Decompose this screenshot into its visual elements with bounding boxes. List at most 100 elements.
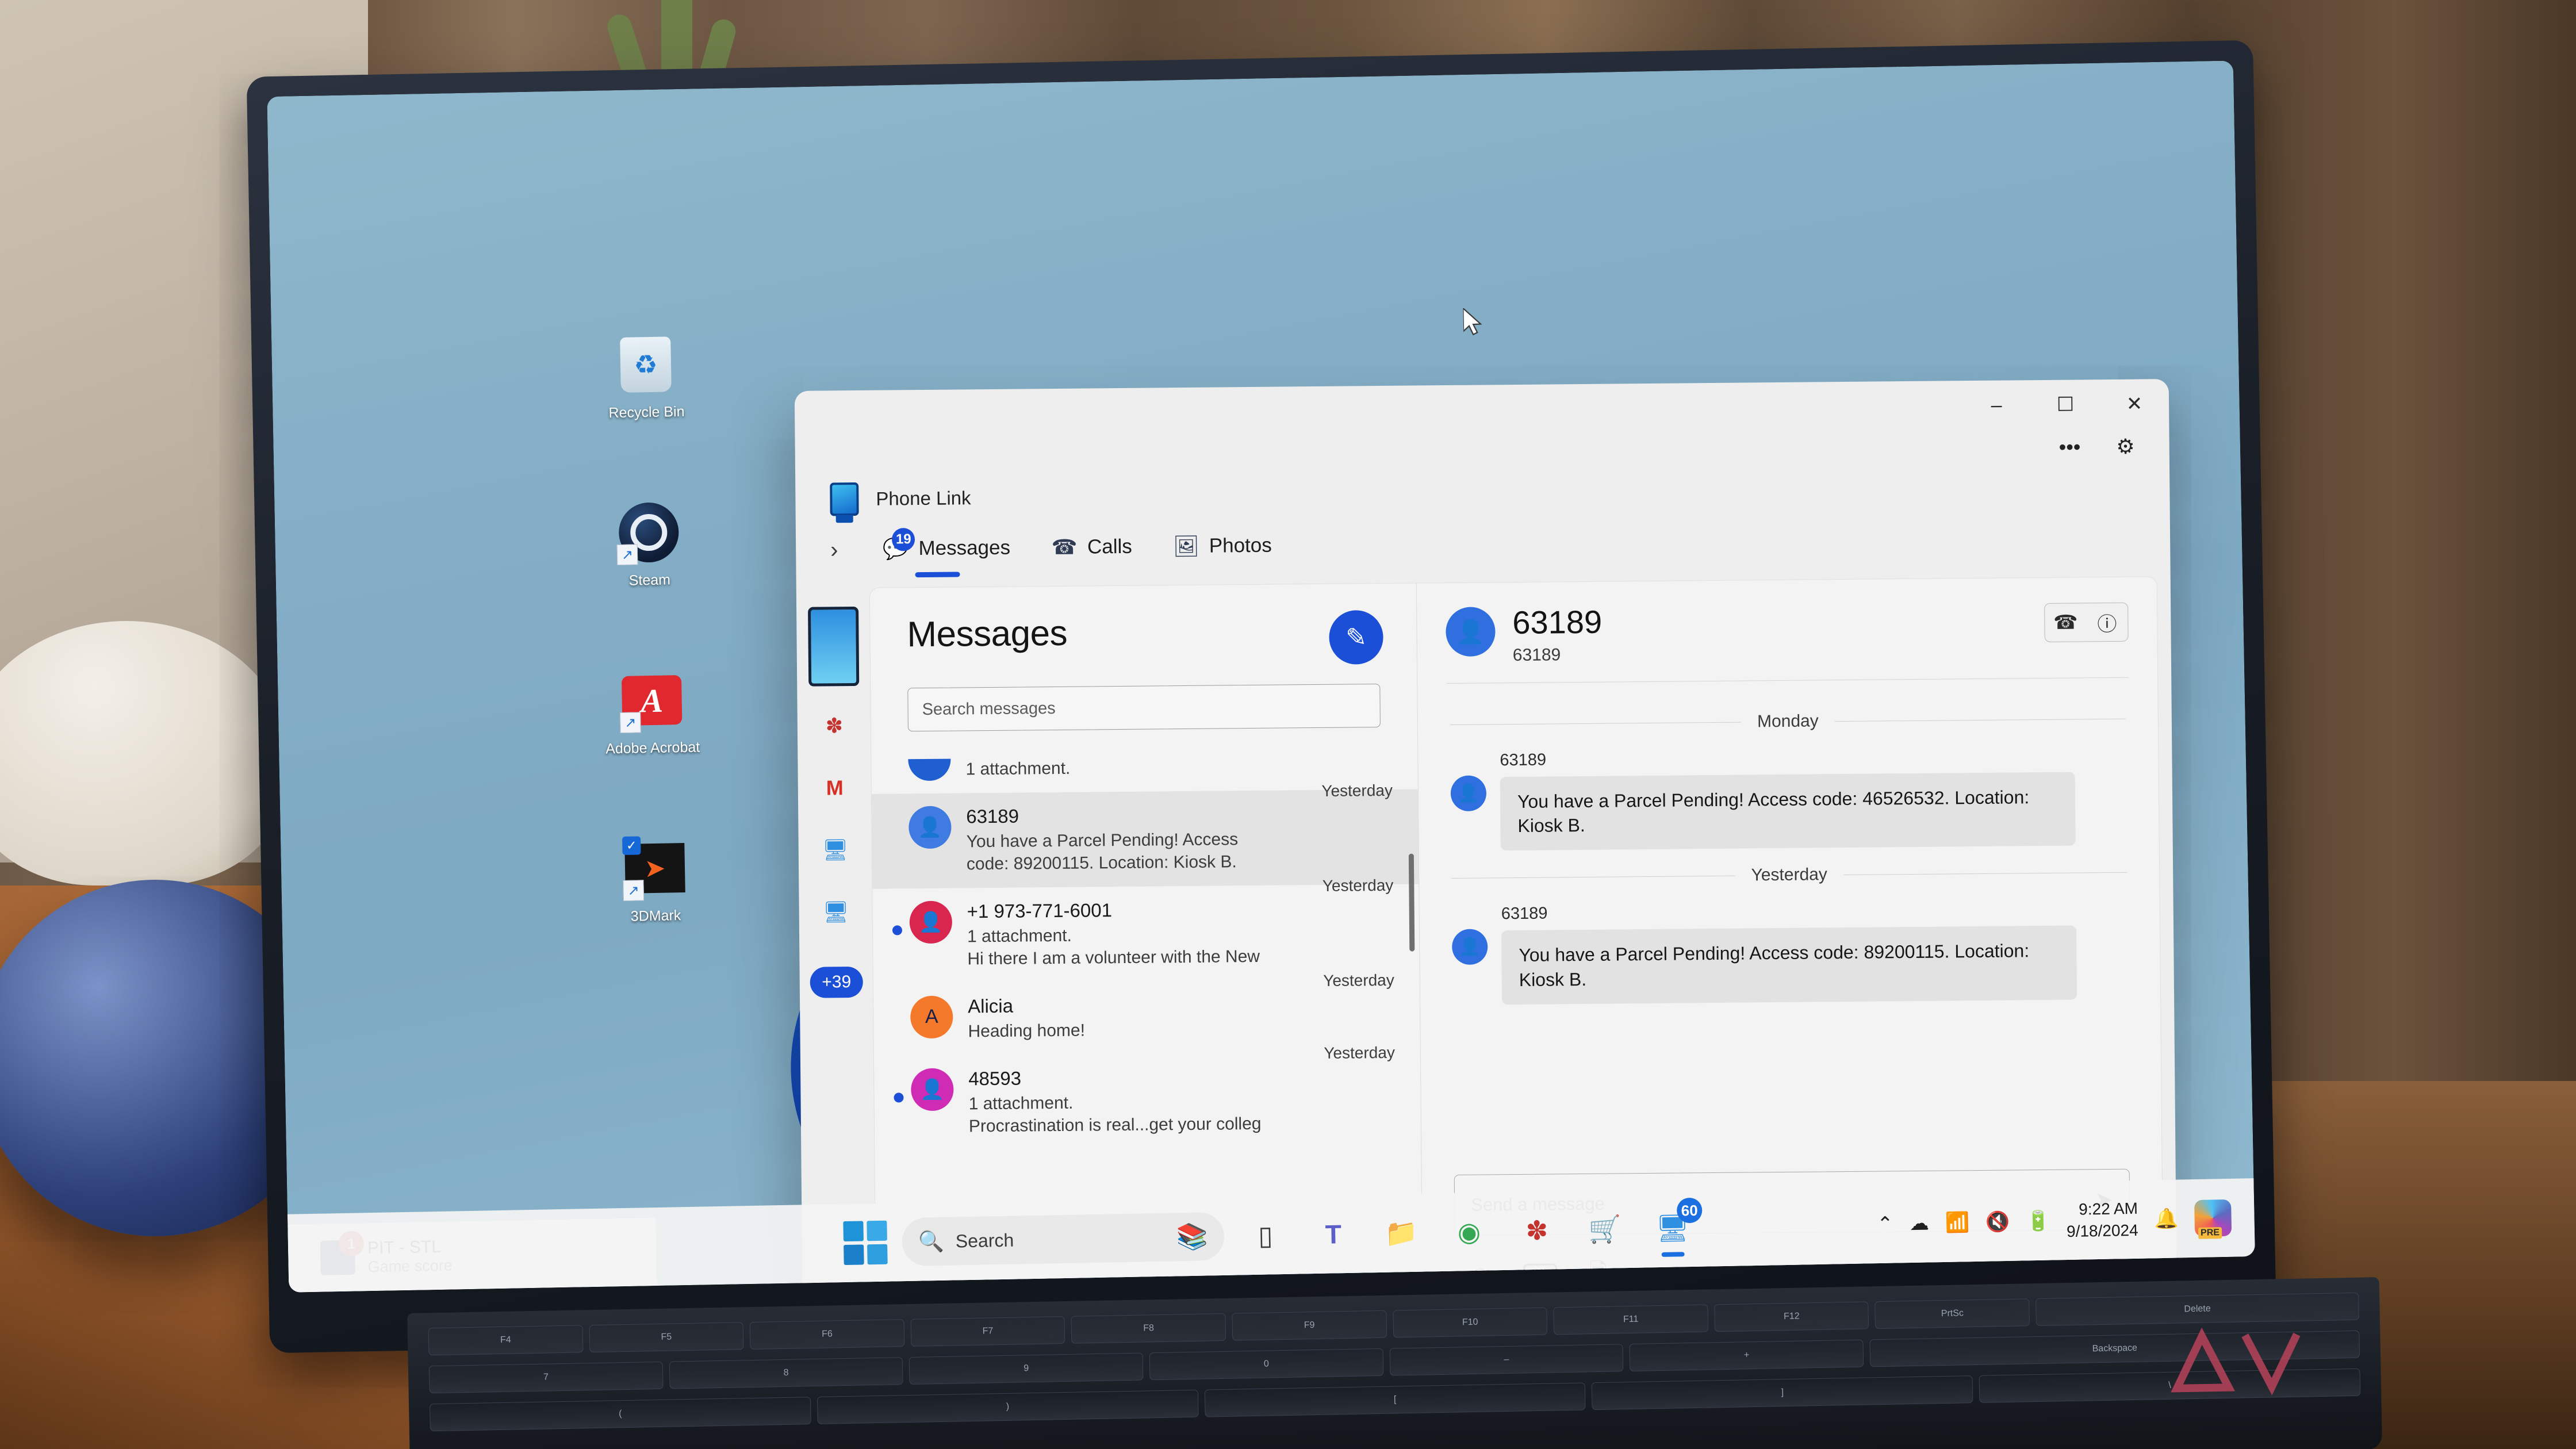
window-caption-bar: – ☐ ✕	[795, 379, 2169, 440]
key[interactable]: 7	[428, 1361, 664, 1394]
phone-link-icon[interactable]: 🖥 60	[1646, 1197, 1703, 1257]
rail-slack-icon[interactable]: ✽	[812, 703, 857, 749]
minimize-button[interactable]: –	[1962, 380, 2031, 430]
messages-icon: 💬 19	[881, 528, 915, 562]
phone-screen-thumbnail[interactable]	[808, 606, 860, 687]
rail-messaging-app-icon-2[interactable]: 🖥	[813, 890, 858, 935]
key[interactable]: +	[1629, 1339, 1864, 1372]
teams-icon[interactable]: T	[1306, 1208, 1360, 1262]
gear-icon[interactable]: ⚙	[2116, 435, 2135, 459]
page-title: Messages	[907, 613, 1068, 655]
adobe-acrobat-icon: A ↗	[618, 666, 686, 734]
microsoft-store-icon[interactable]: 🛒	[1578, 1202, 1632, 1256]
conversation-name: 48593	[968, 1067, 1022, 1090]
tab-calls[interactable]: ☎ Calls	[1051, 533, 1132, 569]
task-view-icon[interactable]: ▯	[1239, 1209, 1293, 1263]
avatar-initial: A	[925, 1006, 938, 1028]
volume-muted-icon[interactable]: 🔇	[1985, 1210, 2010, 1234]
copilot-icon[interactable]	[2194, 1199, 2232, 1237]
message-bubble[interactable]: You have a Parcel Pending! Access code: …	[1500, 772, 2076, 851]
desktop-icon-label: Recycle Bin	[608, 403, 685, 421]
key[interactable]: 9	[909, 1352, 1144, 1385]
maximize-button[interactable]: ☐	[2031, 379, 2100, 430]
thread-header: 👤 63189 63189 ☎ ⓘ	[1417, 577, 2157, 666]
clock-date: 9/18/2024	[2066, 1221, 2138, 1241]
messages-badge: 19	[892, 528, 915, 551]
wifi-icon[interactable]: 📶	[1945, 1211, 1969, 1235]
key[interactable]: (	[430, 1397, 811, 1432]
conversation-preview: You have a Parcel Pending! Access	[966, 830, 1239, 852]
key[interactable]: F10	[1392, 1307, 1548, 1338]
conversation-time: Yesterday	[1321, 781, 1393, 800]
compose-button[interactable]: ✎	[1329, 610, 1383, 665]
key[interactable]: PrtSc	[1874, 1298, 2030, 1329]
more-options-icon[interactable]: •••	[2058, 435, 2080, 459]
key[interactable]: 8	[669, 1357, 903, 1389]
call-icon[interactable]: ☎	[2045, 603, 2087, 642]
desktop-icon-3dmark[interactable]: ➤ ✓ ↗ 3DMark	[568, 833, 742, 926]
key[interactable]: F12	[1714, 1301, 1869, 1332]
contact-name: 63189	[1512, 603, 1603, 641]
chrome-icon[interactable]: ◉	[1442, 1205, 1496, 1259]
key[interactable]: F9	[1232, 1310, 1387, 1341]
screenshot-root: ♻ Recycle Bin ↗ Steam A ↗ Adobe Acrobat …	[0, 0, 2576, 1449]
rail-gmail-icon[interactable]: M	[812, 765, 857, 811]
key[interactable]: 0	[1149, 1348, 1384, 1381]
day-separator: Yesterday	[1451, 862, 2128, 888]
search-input[interactable]: 🔍 Search 📚	[902, 1212, 1225, 1267]
key[interactable]: F5	[589, 1322, 744, 1353]
close-button[interactable]: ✕	[2100, 379, 2169, 429]
slack-icon[interactable]: ✽	[1510, 1203, 1564, 1258]
chevron-up-icon[interactable]: ⌃	[1877, 1213, 1893, 1236]
phone-icon: ☎	[1051, 535, 1078, 559]
conversation-preview: 1 attachment.	[968, 1094, 1074, 1114]
scrollbar[interactable]	[1408, 853, 1415, 952]
chevron-right-icon[interactable]: ›	[830, 537, 842, 571]
key[interactable]: F11	[1553, 1304, 1708, 1335]
bell-icon[interactable]: 🔔	[2154, 1207, 2179, 1230]
rail-messaging-app-icon[interactable]: 🖥	[812, 827, 858, 873]
search-placeholder: Search	[955, 1229, 1014, 1251]
day-separator: Monday	[1450, 709, 2126, 734]
message-bubble[interactable]: You have a Parcel Pending! Access code: …	[1501, 925, 2077, 1005]
phone-link-app-icon	[830, 482, 859, 516]
clock[interactable]: 9:22 AM 9/18/2024	[2066, 1198, 2138, 1243]
start-icon[interactable]	[843, 1220, 888, 1266]
key[interactable]: F7	[910, 1316, 1065, 1347]
key[interactable]: [	[1204, 1382, 1586, 1417]
avatar: 👤	[1450, 775, 1487, 811]
list-item[interactable]: Yesterday 👤 +1 973-771-6001 1 attachment…	[872, 876, 1419, 984]
rail-more-count[interactable]: +39	[810, 966, 863, 998]
avatar: 👤	[909, 900, 953, 944]
conversation-time: Yesterday	[1324, 1044, 1395, 1063]
taskbar-center: 🔍 Search 📚 ▯ T 📁 ◉ ✽ 🛒 🖥 60	[843, 1197, 1703, 1270]
key[interactable]: F8	[1071, 1313, 1226, 1344]
day-label: Yesterday	[1751, 865, 1828, 885]
list-item[interactable]: Yesterday 👤 63189 You have a Parcel Pend…	[871, 781, 1419, 889]
desktop-icon-steam[interactable]: ↗ Steam	[562, 497, 736, 590]
avatar: 👤	[911, 1068, 954, 1111]
phone-link-window: – ☐ ✕ ••• ⚙ Phone Link › 💬 19 Messages ☎…	[794, 379, 2177, 1293]
list-item[interactable]: Yesterday 👤 48593 1 attachment. Procrast…	[874, 1044, 1421, 1151]
avatar: 👤	[1451, 929, 1488, 965]
watermark-logo	[2171, 1327, 2301, 1396]
sync-check-icon: ✓	[622, 836, 641, 855]
key[interactable]: F6	[749, 1319, 905, 1350]
key[interactable]: ]	[1592, 1375, 1973, 1410]
info-icon[interactable]: ⓘ	[2086, 603, 2128, 642]
conversation-preview: 1 attachment.	[965, 758, 1071, 779]
battery-icon[interactable]: 🔋	[2026, 1210, 2050, 1233]
conversation-time: Yesterday	[1323, 971, 1394, 990]
key[interactable]: )	[816, 1389, 1199, 1424]
tab-messages[interactable]: 💬 19 Messages	[881, 528, 1010, 578]
search-input[interactable]: Search messages	[907, 684, 1381, 732]
desktop-icon-adobe-acrobat[interactable]: A ↗ Adobe Acrobat	[565, 665, 739, 758]
steam-icon: ↗	[615, 499, 683, 566]
desktop-icon-recycle-bin[interactable]: ♻ Recycle Bin	[559, 329, 733, 422]
file-explorer-icon[interactable]: 📁	[1374, 1206, 1428, 1260]
key[interactable]: –	[1389, 1344, 1624, 1376]
tab-photos[interactable]: 🖼 Photos	[1172, 532, 1272, 569]
onedrive-icon[interactable]: ☁	[1909, 1212, 1929, 1235]
key[interactable]: F4	[428, 1325, 584, 1356]
message-sender: 63189	[1501, 904, 1548, 923]
